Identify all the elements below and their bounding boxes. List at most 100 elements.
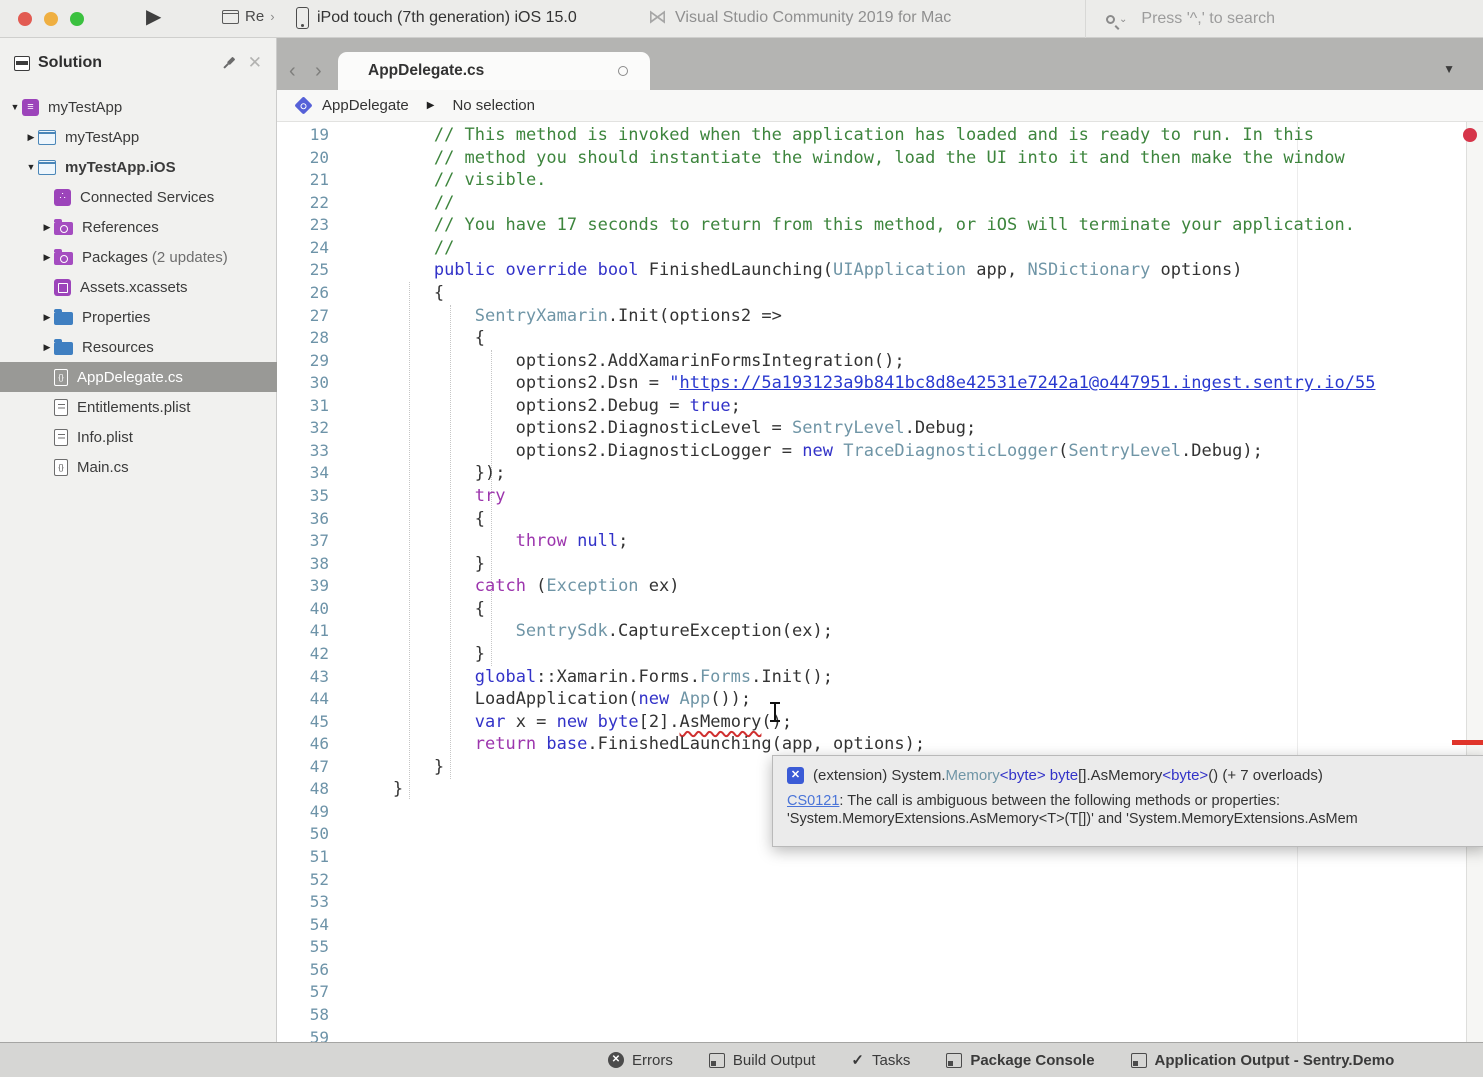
line-number[interactable]: 58 <box>277 1004 352 1027</box>
line-number[interactable]: 35 <box>277 485 352 508</box>
code-line[interactable]: 53 <box>277 891 1483 914</box>
code-line[interactable]: 42} <box>277 643 1483 666</box>
run-button[interactable]: ▶ <box>146 4 161 29</box>
tree-item-mytestapp[interactable]: ▼≡myTestApp <box>0 92 277 122</box>
code-line[interactable]: 43global::Xamarin.Forms.Forms.Init(); <box>277 666 1483 689</box>
line-number[interactable]: 24 <box>277 237 352 260</box>
line-number[interactable]: 51 <box>277 846 352 869</box>
editor-scrollbar[interactable] <box>1466 122 1483 1042</box>
line-number[interactable]: 47 <box>277 756 352 779</box>
navigate-back-button[interactable]: ‹ <box>289 60 296 83</box>
code-line[interactable]: 31options2.Debug = true; <box>277 395 1483 418</box>
line-number[interactable]: 30 <box>277 372 352 395</box>
pin-icon[interactable] <box>219 53 239 73</box>
code-line[interactable]: 45var x = new byte[2].AsMemory(); <box>277 711 1483 734</box>
disclosure-right-icon[interactable]: ▶ <box>40 222 54 233</box>
code-line[interactable]: 52 <box>277 869 1483 892</box>
code-line[interactable]: 29options2.AddXamarinFormsIntegration(); <box>277 350 1483 373</box>
code-line[interactable]: 55 <box>277 936 1483 959</box>
line-number[interactable]: 54 <box>277 914 352 937</box>
line-number[interactable]: 46 <box>277 733 352 756</box>
code-line[interactable]: 59 <box>277 1027 1483 1043</box>
line-number[interactable]: 55 <box>277 936 352 959</box>
zoom-window-button[interactable] <box>70 12 84 26</box>
minimize-window-button[interactable] <box>44 12 58 26</box>
line-number[interactable]: 31 <box>277 395 352 418</box>
code-line[interactable]: 25public override bool FinishedLaunching… <box>277 259 1483 282</box>
code-line[interactable]: 27SentryXamarin.Init(options2 => <box>277 305 1483 328</box>
build-configuration-selector[interactable]: Re › <box>222 8 275 25</box>
pad-button-errors[interactable]: ✕Errors <box>608 1052 673 1069</box>
pad-button-tasks[interactable]: ✓Tasks <box>851 1051 910 1069</box>
line-number[interactable]: 49 <box>277 801 352 824</box>
close-icon[interactable]: ✕ <box>248 54 262 71</box>
line-number[interactable]: 48 <box>277 778 352 801</box>
error-code-link[interactable]: CS0121 <box>787 793 839 809</box>
breadcrumb-class[interactable]: AppDelegate <box>322 97 409 114</box>
tree-item-properties[interactable]: ▶Properties <box>0 302 277 332</box>
line-number[interactable]: 36 <box>277 508 352 531</box>
line-number[interactable]: 27 <box>277 305 352 328</box>
line-number[interactable]: 50 <box>277 823 352 846</box>
code-line[interactable]: 58 <box>277 1004 1483 1027</box>
tree-item-connected-services[interactable]: ∴Connected Services <box>0 182 277 212</box>
line-number[interactable]: 37 <box>277 530 352 553</box>
code-line[interactable]: 26{ <box>277 282 1483 305</box>
tree-item-assets-xcassets[interactable]: Assets.xcassets <box>0 272 277 302</box>
navigate-forward-button[interactable]: › <box>315 60 322 83</box>
disclosure-right-icon[interactable]: ▶ <box>24 132 38 143</box>
code-line[interactable]: 33options2.DiagnosticLogger = new TraceD… <box>277 440 1483 463</box>
tree-item-resources[interactable]: ▶Resources <box>0 332 277 362</box>
code-line[interactable]: 34}); <box>277 462 1483 485</box>
code-line[interactable]: 41SentrySdk.CaptureException(ex); <box>277 620 1483 643</box>
line-number[interactable]: 57 <box>277 981 352 1004</box>
line-number[interactable]: 23 <box>277 214 352 237</box>
disclosure-right-icon[interactable]: ▶ <box>40 342 54 353</box>
tree-item-references[interactable]: ▶References <box>0 212 277 242</box>
tree-item-appdelegate-cs[interactable]: {}AppDelegate.cs <box>0 362 277 392</box>
line-number[interactable]: 59 <box>277 1027 352 1043</box>
line-number[interactable]: 34 <box>277 462 352 485</box>
tree-item-info-plist[interactable]: Info.plist <box>0 422 277 452</box>
code-line[interactable]: 51 <box>277 846 1483 869</box>
line-number[interactable]: 45 <box>277 711 352 734</box>
code-line[interactable]: 21// visible. <box>277 169 1483 192</box>
line-number[interactable]: 40 <box>277 598 352 621</box>
code-line[interactable]: 20// method you should instantiate the w… <box>277 147 1483 170</box>
code-line[interactable]: 46return base.FinishedLaunching(app, opt… <box>277 733 1483 756</box>
line-number[interactable]: 44 <box>277 688 352 711</box>
code-line[interactable]: 39catch (Exception ex) <box>277 575 1483 598</box>
code-line[interactable]: 37throw null; <box>277 530 1483 553</box>
code-line[interactable]: 24// <box>277 237 1483 260</box>
line-number[interactable]: 26 <box>277 282 352 305</box>
line-number[interactable]: 53 <box>277 891 352 914</box>
code-line[interactable]: 54 <box>277 914 1483 937</box>
line-number[interactable]: 33 <box>277 440 352 463</box>
tab-modified-indicator-icon[interactable] <box>618 66 628 76</box>
tree-item-mytestapp-ios[interactable]: ▼myTestApp.iOS <box>0 152 277 182</box>
code-editor[interactable]: 19// This method is invoked when the app… <box>277 122 1483 1042</box>
code-line[interactable]: 35try <box>277 485 1483 508</box>
device-selector[interactable]: iPod touch (7th generation) iOS 15.0 <box>296 7 577 29</box>
pad-button-build-output[interactable]: Build Output <box>709 1052 816 1069</box>
pad-button-application-output-sentry-demo[interactable]: Application Output - Sentry.Demo <box>1131 1052 1395 1069</box>
line-number[interactable]: 43 <box>277 666 352 689</box>
line-number[interactable]: 22 <box>277 192 352 215</box>
disclosure-down-icon[interactable]: ▼ <box>24 162 38 172</box>
close-window-button[interactable] <box>18 12 32 26</box>
line-number[interactable]: 20 <box>277 147 352 170</box>
line-number[interactable]: 52 <box>277 869 352 892</box>
tree-item-packages[interactable]: ▶Packages(2 updates) <box>0 242 277 272</box>
disclosure-down-icon[interactable]: ▼ <box>8 102 22 112</box>
line-number[interactable]: 38 <box>277 553 352 576</box>
code-line[interactable]: 19// This method is invoked when the app… <box>277 124 1483 147</box>
line-number[interactable]: 25 <box>277 259 352 282</box>
breadcrumb-selection[interactable]: No selection <box>452 97 535 114</box>
search-field[interactable]: ⌄ Press '^,' to search <box>1085 0 1483 38</box>
disclosure-right-icon[interactable]: ▶ <box>40 312 54 323</box>
line-number[interactable]: 28 <box>277 327 352 350</box>
line-number[interactable]: 19 <box>277 124 352 147</box>
code-line[interactable]: 44LoadApplication(new App()); <box>277 688 1483 711</box>
line-number[interactable]: 41 <box>277 620 352 643</box>
disclosure-right-icon[interactable]: ▶ <box>40 252 54 263</box>
